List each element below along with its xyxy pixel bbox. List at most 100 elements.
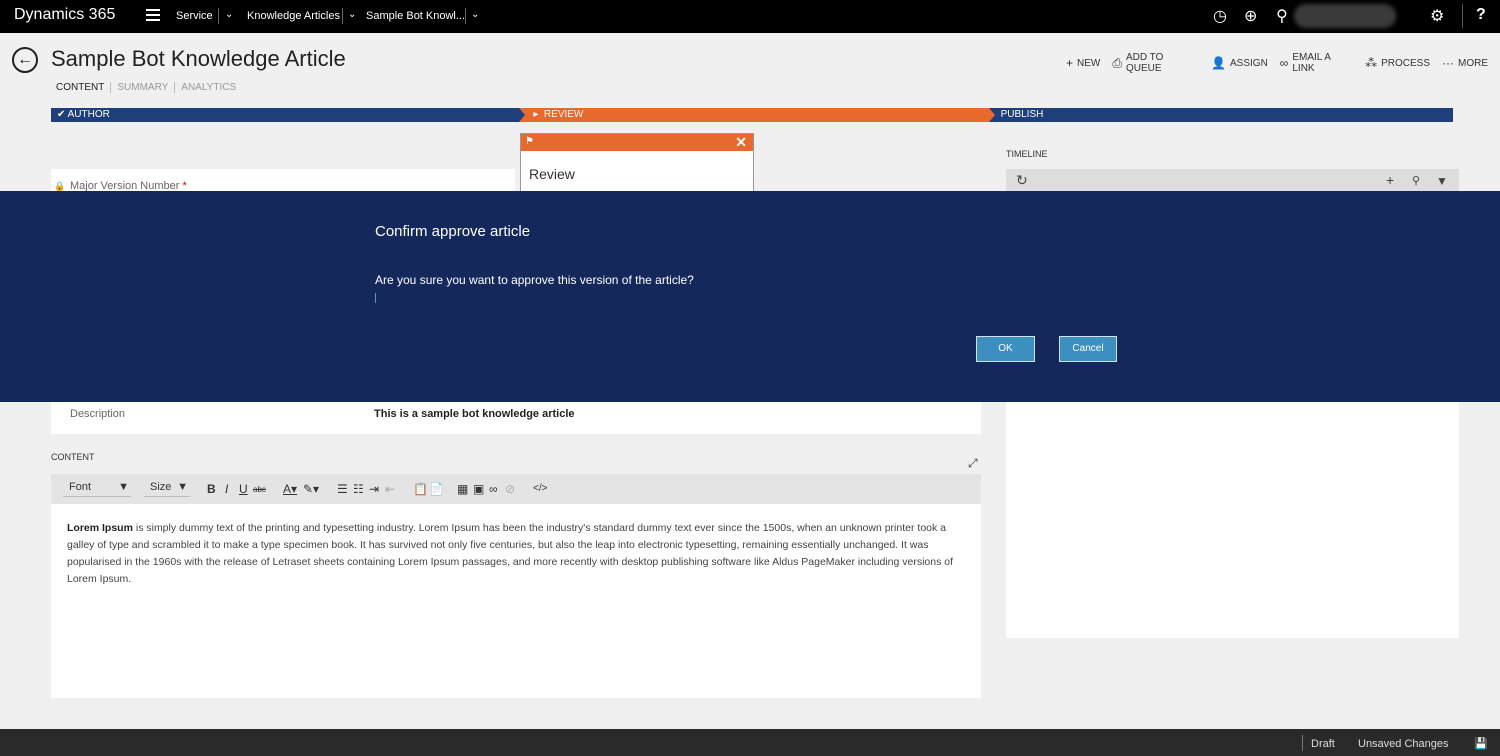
- history-icon[interactable]: ◷: [1213, 6, 1227, 26]
- process-button[interactable]: ⁂ PROCESS: [1365, 52, 1430, 74]
- paste-text-icon[interactable]: 📄: [429, 482, 444, 496]
- divider: [218, 8, 219, 24]
- bullet-list-icon[interactable]: ☷: [353, 482, 364, 496]
- font-select[interactable]: Font ▼: [63, 481, 131, 497]
- save-icon[interactable]: 💾: [1474, 737, 1488, 750]
- stage-publish[interactable]: PUBLISH: [989, 108, 1453, 122]
- description-value[interactable]: This is a sample bot knowledge article: [374, 408, 575, 420]
- text-cursor: [375, 293, 376, 303]
- tab-content[interactable]: CONTENT: [56, 82, 112, 93]
- italic-icon[interactable]: I: [225, 482, 228, 496]
- form-tabs: CONTENT SUMMARY ANALYTICS: [56, 82, 248, 93]
- image-icon[interactable]: ▣: [473, 482, 484, 496]
- link-icon: ∞: [1279, 56, 1289, 70]
- assign-label: ASSIGN: [1230, 57, 1268, 69]
- new-button[interactable]: + NEW: [1066, 52, 1100, 74]
- flag-icon: ⚑: [525, 136, 534, 147]
- source-code-icon[interactable]: </>: [533, 483, 547, 494]
- assign-icon: 👤: [1211, 56, 1226, 70]
- numbered-list-icon[interactable]: ☰: [337, 482, 348, 496]
- tab-summary[interactable]: SUMMARY: [117, 82, 176, 93]
- font-select-label: Font: [69, 481, 92, 493]
- assign-button[interactable]: 👤 ASSIGN: [1211, 52, 1268, 74]
- outdent-icon[interactable]: ⇤: [385, 482, 395, 496]
- process-icon: ⁂: [1365, 56, 1378, 70]
- description-label: Description: [70, 408, 126, 420]
- timeline-label: TIMELINE: [1006, 149, 1048, 159]
- tab-analytics[interactable]: ANALYTICS: [181, 82, 242, 93]
- size-select[interactable]: Size ▼: [144, 481, 190, 497]
- status-bar: Draft Unsaved Changes 💾: [0, 729, 1500, 756]
- status-draft: Draft: [1311, 738, 1335, 750]
- divider: [342, 8, 343, 24]
- content-body-text: is simply dummy text of the printing and…: [67, 522, 954, 585]
- stage-publish-label: PUBLISH: [1000, 109, 1044, 120]
- help-icon[interactable]: ?: [1476, 6, 1486, 24]
- divider: [465, 8, 466, 24]
- timeline-pane: [1006, 400, 1459, 638]
- more-button[interactable]: ··· MORE: [1442, 52, 1488, 74]
- stage-arrow: [519, 108, 525, 122]
- ok-button[interactable]: OK: [976, 336, 1035, 362]
- stage-review[interactable]: ▸ REVIEW: [519, 108, 989, 122]
- gear-icon[interactable]: ⚙: [1430, 6, 1444, 26]
- stage-author[interactable]: ✔ AUTHOR: [51, 108, 519, 122]
- paste-icon[interactable]: 📋: [413, 482, 428, 496]
- more-icon: ···: [1442, 56, 1454, 70]
- app-brand[interactable]: Dynamics 365: [14, 6, 115, 24]
- breadcrumb-service[interactable]: Service: [176, 10, 213, 22]
- refresh-icon[interactable]: ↻: [1016, 172, 1028, 189]
- create-icon[interactable]: ⊕: [1244, 6, 1257, 26]
- breadcrumb-record[interactable]: Sample Bot Knowl...: [366, 10, 465, 22]
- top-nav-bar: Dynamics 365 Service ⌄ Knowledge Article…: [0, 0, 1500, 33]
- add-to-queue-label: ADD TO QUEUE: [1125, 52, 1164, 74]
- table-icon[interactable]: ▦: [457, 482, 468, 496]
- close-icon[interactable]: ✕: [735, 134, 747, 151]
- command-bar: + NEW ⎙ ADD TO QUEUE 👤 ASSIGN ∞ EMAIL A LINK…: [1066, 52, 1500, 74]
- strikethrough-icon[interactable]: abc: [253, 485, 266, 494]
- caret-down-icon: ▼: [118, 481, 129, 493]
- flyout-title: Review: [529, 166, 575, 182]
- add-to-queue-button[interactable]: ⎙ ADD TO QUEUE: [1112, 52, 1199, 74]
- bold-icon[interactable]: B: [207, 482, 216, 496]
- user-name-redacted: [1294, 4, 1396, 28]
- plus-icon: +: [1066, 56, 1074, 70]
- queue-icon: ⎙: [1112, 55, 1122, 70]
- more-label: MORE: [1458, 57, 1488, 69]
- dialog-title: Confirm approve article: [375, 223, 531, 240]
- search-icon[interactable]: ⚲: [1276, 6, 1288, 26]
- filter-icon[interactable]: ▼: [1436, 174, 1448, 188]
- confirm-dialog: Confirm approve article Are you sure you…: [0, 191, 1500, 402]
- cancel-button[interactable]: Cancel: [1059, 336, 1117, 362]
- email-a-link-button[interactable]: ∞ EMAIL A LINK: [1280, 52, 1353, 74]
- content-section-label: CONTENT: [51, 452, 95, 462]
- plus-icon[interactable]: +: [1386, 172, 1394, 188]
- breadcrumb-knowledge-articles[interactable]: Knowledge Articles: [247, 10, 340, 22]
- content-bold-text: Lorem Ipsum: [67, 522, 133, 534]
- indent-icon[interactable]: ⇥: [369, 482, 379, 496]
- stage-review-label: REVIEW: [543, 109, 584, 120]
- new-label: NEW: [1077, 57, 1101, 69]
- menu-icon[interactable]: [146, 9, 160, 21]
- link-icon[interactable]: ∞: [489, 482, 498, 496]
- unlink-icon[interactable]: ⊘: [505, 482, 515, 496]
- expand-icon[interactable]: ⤢: [968, 456, 978, 471]
- chevron-down-icon[interactable]: ⌄: [348, 9, 356, 20]
- back-icon[interactable]: ←: [12, 47, 38, 73]
- unsaved-changes-label: Unsaved Changes: [1358, 738, 1449, 750]
- chevron-down-icon[interactable]: ⌄: [225, 9, 233, 20]
- email-link-label: EMAIL A LINK: [1292, 52, 1331, 74]
- content-editor[interactable]: Lorem Ipsum is simply dummy text of the …: [51, 504, 981, 698]
- dialog-message: Are you sure you want to approve this ve…: [375, 273, 694, 287]
- stage-author-label: AUTHOR: [67, 109, 110, 120]
- underline-icon[interactable]: U: [239, 482, 248, 496]
- review-stage-flyout: ⚑ ✕ Review: [520, 133, 754, 193]
- chevron-down-icon[interactable]: ⌄: [471, 9, 479, 20]
- page-title: Sample Bot Knowledge Article: [51, 46, 346, 71]
- editor-toolbar: Font ▼ Size ▼ B I U abc A▾ ✎▾ ☰ ☷ ⇥ ⇤ 📋 📄 …: [51, 474, 981, 504]
- search-icon[interactable]: ⚲: [1412, 174, 1420, 187]
- stage-arrow: [989, 108, 995, 122]
- divider: [1302, 735, 1303, 751]
- highlight-icon[interactable]: ✎▾: [303, 482, 319, 496]
- font-color-icon[interactable]: A▾: [283, 482, 297, 496]
